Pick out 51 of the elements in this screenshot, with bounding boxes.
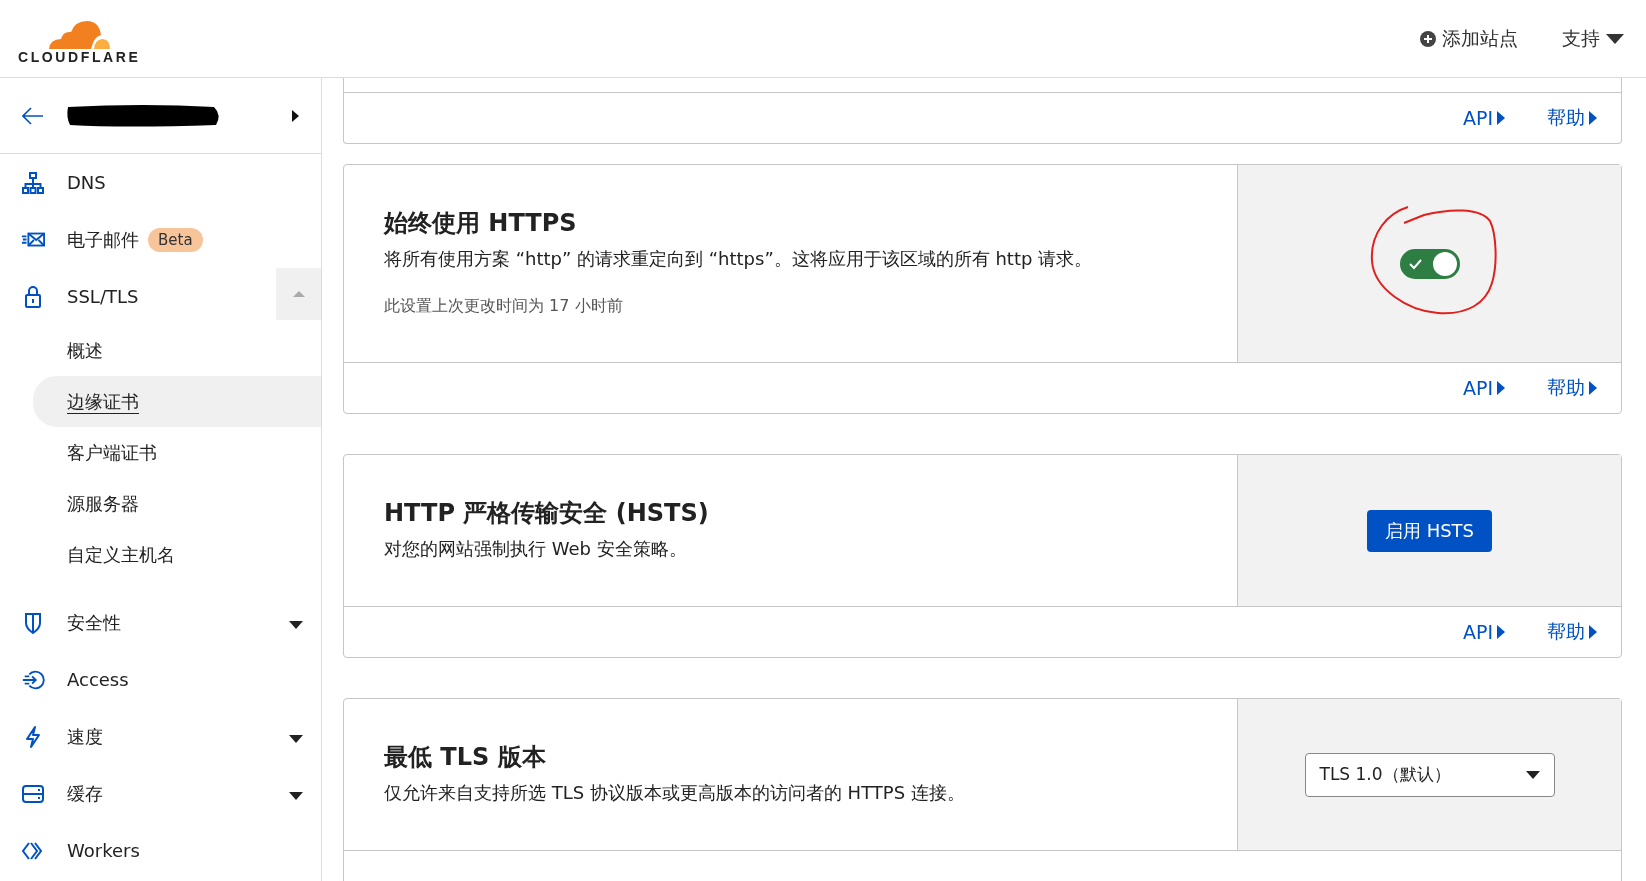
caret-down-icon <box>1606 33 1624 44</box>
sidebar-item[interactable]: 电子邮件 Beta <box>0 211 321 268</box>
caret-icon <box>1525 770 1540 779</box>
caret-right-icon[interactable] <box>292 109 299 122</box>
card-description: 对您的网站强制执行 Web 安全策略。 <box>384 537 688 561</box>
card-title: 始终使用 HTTPS <box>384 208 578 239</box>
cloud-logo-icon <box>47 18 112 49</box>
link[interactable]: 帮助 <box>1547 619 1597 645</box>
tls-version-dropdown[interactable]: TLS 1.0（默认） <box>1304 752 1555 797</box>
sidebar-item[interactable]: 安全性 <box>0 594 321 651</box>
sitemap-icon <box>21 170 45 195</box>
plus-icon <box>1420 30 1436 47</box>
caret-right-icon <box>1497 111 1505 125</box>
card-title: HTTP 严格传输安全 (HSTS) <box>384 498 710 529</box>
link[interactable]: 帮助 <box>1547 105 1597 131</box>
check-icon <box>1408 257 1422 270</box>
card-description: 仅允许来自支持所选 TLS 协议版本或更高版本的访问者的 HTTPS 连接。 <box>384 781 966 805</box>
enable-hsts-button[interactable]: 启用 HSTS <box>1366 509 1493 552</box>
sidebar-subitem[interactable]: 自定义主机名 <box>33 529 321 580</box>
sidebar-subitem[interactable]: 边缘证书 <box>33 376 321 427</box>
sidebar-subitem[interactable]: 概述 <box>33 325 321 376</box>
caret-up-icon <box>292 291 305 297</box>
support-menu[interactable]: 支持 <box>1562 25 1624 52</box>
last-changed-note: 此设置上次更改时间为 17 小时前 <box>384 295 624 317</box>
sidebar-item[interactable]: 缓存 <box>0 765 321 822</box>
sidebar-item[interactable]: SSL/TLS <box>0 268 321 325</box>
back-arrow-icon[interactable] <box>22 106 44 125</box>
link[interactable]: 帮助 <box>1547 375 1597 401</box>
sidebar-subitem[interactable]: 客户端证书 <box>33 427 321 478</box>
caret-right-icon <box>1589 111 1597 125</box>
card-title: 最低 TLS 版本 <box>384 742 547 773</box>
link[interactable]: API <box>1462 107 1505 129</box>
caret-right-icon <box>1497 625 1505 639</box>
link[interactable]: API <box>1462 377 1505 399</box>
sidebar-subitem[interactable]: 源服务器 <box>33 478 321 529</box>
beta-badge: Beta <box>148 227 203 252</box>
card-description: 将所有使用方案 “http” 的请求重定向到 “https”。这将应用于该区域的所有 http 请求。 <box>384 247 1094 271</box>
link[interactable]: API <box>1462 621 1505 643</box>
sidebar-item[interactable]: DNS <box>0 154 321 211</box>
caret-down-icon <box>289 792 303 800</box>
sidebar-item[interactable]: 速度 <box>0 708 321 765</box>
add-site-button[interactable]: 添加站点 <box>1420 25 1518 52</box>
caret-right-icon <box>1589 625 1597 639</box>
caret-right-icon <box>1589 381 1597 395</box>
brand-name: CLOUDFLARE <box>18 48 141 65</box>
caret-down-icon <box>289 621 303 629</box>
caret-right-icon <box>1497 381 1505 395</box>
sidebar-item[interactable]: Workers <box>0 822 321 879</box>
caret-down-icon <box>289 735 303 743</box>
sidebar-item[interactable]: Access <box>0 651 321 708</box>
toggle-switch[interactable] <box>1399 248 1460 279</box>
